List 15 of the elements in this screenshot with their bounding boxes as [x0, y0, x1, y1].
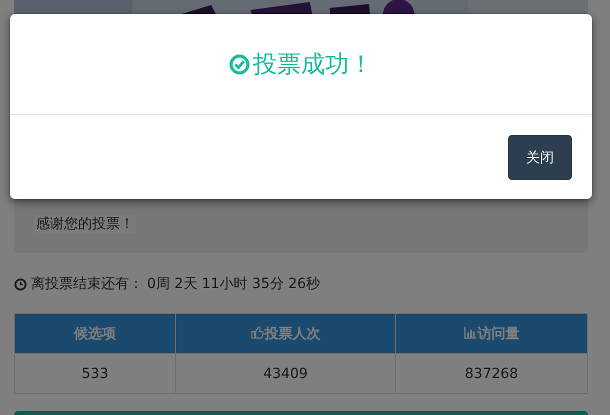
column-header: 候选项 — [14, 314, 176, 354]
column-header: 访问量 — [396, 314, 588, 354]
bar-chart-icon — [464, 326, 476, 338]
table-cell: 43409 — [176, 354, 396, 394]
column-header: 投票人次 — [176, 314, 396, 354]
countdown-value: 0周 2天 11小时 35分 26秒 — [147, 275, 320, 293]
thanks-message: 感谢您的投票！ — [34, 215, 136, 233]
table-cell: 533 — [14, 354, 176, 394]
thumbs-up-icon — [250, 326, 264, 338]
countdown-label: 离投票结束还有： — [31, 275, 143, 293]
success-message: 投票成功！ — [253, 49, 373, 80]
table-cell: 837268 — [396, 354, 588, 394]
check-circle-icon — [229, 54, 250, 74]
clock-icon — [14, 278, 27, 290]
close-button[interactable]: 关闭 — [508, 135, 572, 180]
